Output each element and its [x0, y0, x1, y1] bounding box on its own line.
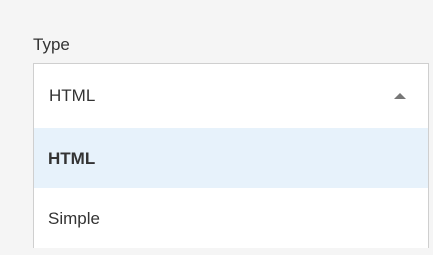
option-simple[interactable]: Simple	[34, 188, 428, 248]
type-select-value: HTML	[49, 86, 96, 105]
chevron-up-icon[interactable]	[394, 93, 406, 99]
type-select[interactable]: HTML	[33, 63, 429, 129]
option-label: Simple	[48, 209, 100, 228]
type-field-label: Type	[33, 35, 70, 54]
option-html[interactable]: HTML	[34, 128, 428, 188]
type-dropdown-list: HTML Simple	[33, 128, 429, 248]
option-label: HTML	[48, 149, 96, 168]
